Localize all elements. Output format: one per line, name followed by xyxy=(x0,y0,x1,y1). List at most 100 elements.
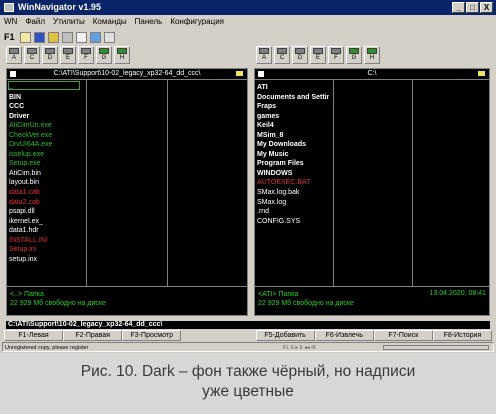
left-file-list: .. BIN CCC Driver AtiCimUn.exe CheckVer.exe Dr… xyxy=(9,83,81,264)
right-file-item[interactable]: Program Files xyxy=(257,159,329,169)
right-panel-header: C:\ xyxy=(255,69,489,80)
drive-g-button[interactable]: G xyxy=(346,46,362,64)
drive-c-button[interactable]: C xyxy=(24,46,40,64)
right-panel-column-1: ATIDocuments and SettingsFrapsgamesKeil4… xyxy=(255,80,334,286)
figure-caption: Рис. 10. Dark – фон также чёрный, но над… xyxy=(0,353,496,414)
right-drive-bar: A C D E F G H xyxy=(256,46,380,66)
f2-right-button[interactable]: F2-Правая xyxy=(63,330,123,341)
help-button[interactable]: F1 xyxy=(2,32,17,42)
f8-history-button[interactable]: F8-История xyxy=(432,330,492,341)
drive-c-button[interactable]: C xyxy=(274,46,290,64)
drive-d-button[interactable]: D xyxy=(292,46,308,64)
caption-line-2: уже цветные xyxy=(202,383,294,400)
right-file-item[interactable]: Keil4 xyxy=(257,121,329,131)
command-line[interactable]: C:\ATI\Support\10-02_legacy_xp32-64_dd_c… xyxy=(6,321,490,329)
menu-configuration[interactable]: Конфигурация xyxy=(166,15,228,28)
right-file-item[interactable]: SMax.log.bak xyxy=(257,188,329,198)
left-file-item[interactable]: DrvUI64A.exe xyxy=(9,140,81,150)
drive-f-button[interactable]: F xyxy=(78,46,94,64)
view-icon[interactable] xyxy=(75,31,87,43)
menu-wn[interactable]: WN xyxy=(0,15,21,28)
open-file-icon[interactable] xyxy=(19,31,31,43)
drive-h-button[interactable]: H xyxy=(364,46,380,64)
right-file-item[interactable]: SMax.log xyxy=(257,198,329,208)
left-file-item[interactable]: CheckVer.exe xyxy=(9,131,81,141)
save-icon[interactable] xyxy=(33,31,45,43)
drive-e-button[interactable]: E xyxy=(60,46,76,64)
window-icon[interactable] xyxy=(61,31,73,43)
right-status-free-space: 22 929 Мб свободно на диске xyxy=(258,300,354,307)
left-panel-column-1: .. BIN CCC Driver AtiCimUn.exe CheckVer.exe Dr… xyxy=(7,80,87,286)
f7-search-button[interactable]: F7-Поиск xyxy=(373,330,433,341)
left-file-item[interactable]: .. xyxy=(9,83,81,93)
menu-utilities[interactable]: Утилиты xyxy=(49,15,89,28)
registration-notice: Unregistered copy, please register xyxy=(5,345,89,351)
menu-bar: WN Файл Утилиты Команды Панель Конфигура… xyxy=(0,15,496,28)
left-file-item[interactable]: setup.inx xyxy=(9,255,81,265)
left-status-item: <..> Папка xyxy=(10,291,44,298)
left-file-item[interactable]: data2.cab xyxy=(9,198,81,208)
drive-a-button[interactable]: A xyxy=(6,46,22,64)
left-file-item[interactable]: data1.cab xyxy=(9,188,81,198)
drive-f-button[interactable]: F xyxy=(328,46,344,64)
menu-commands[interactable]: Команды xyxy=(89,15,131,28)
minimize-button[interactable]: _ xyxy=(452,2,465,13)
maximize-button[interactable]: □ xyxy=(466,2,479,13)
fkey-spacer xyxy=(181,330,255,341)
left-file-item[interactable]: layout.bin xyxy=(9,178,81,188)
left-file-item[interactable]: isselup.exe xyxy=(9,150,81,160)
close-button[interactable]: X xyxy=(480,2,493,13)
f1-left-button[interactable]: F1-Левая xyxy=(4,330,64,341)
function-keys-bar: F1-Левая F2-Правая F3-Просмотр F5-Добави… xyxy=(4,330,492,341)
left-drive-bar: A C D E F G H xyxy=(6,46,130,66)
right-file-item[interactable]: .rnd xyxy=(257,207,329,217)
left-panel-path: C:\ATI\Support\10-02_legacy_xp32-64_dd_c… xyxy=(53,70,201,77)
left-file-panel[interactable]: C:\ATI\Support\10-02_legacy_xp32-64_dd_c… xyxy=(6,68,248,316)
right-file-item[interactable]: My Downloads xyxy=(257,140,329,150)
right-file-item[interactable]: games xyxy=(257,112,329,122)
right-file-item[interactable]: My Music xyxy=(257,150,329,160)
right-file-list: ATIDocuments and SettingsFrapsgamesKeil4… xyxy=(257,83,329,226)
right-file-panel[interactable]: C:\ ATIDocuments and SettingsFrapsgamesK… xyxy=(254,68,490,316)
folder-icon[interactable] xyxy=(478,71,485,76)
print-icon[interactable] xyxy=(103,31,115,43)
left-file-item[interactable]: AtiCimUn.exe xyxy=(9,121,81,131)
left-file-item[interactable]: Setup.ini xyxy=(9,245,81,255)
drive-icon xyxy=(258,71,264,77)
drive-h-button[interactable]: H xyxy=(114,46,130,64)
right-file-item[interactable]: Fraps xyxy=(257,102,329,112)
right-file-item[interactable]: Documents and Settings xyxy=(257,93,329,103)
status-bar: Unregistered copy, please register FL II… xyxy=(2,342,494,352)
left-file-item[interactable]: CCC xyxy=(9,102,81,112)
right-file-item[interactable]: WINDOWS xyxy=(257,169,329,179)
left-file-item[interactable]: BIN xyxy=(9,93,81,103)
left-file-item[interactable]: ikernel.ex_ xyxy=(9,217,81,227)
window-title: WinNavigator v1.95 xyxy=(18,2,101,12)
toolbar: F1 xyxy=(2,30,115,44)
drive-a-button[interactable]: A xyxy=(256,46,272,64)
f6-extract-button[interactable]: F6-Извлечь xyxy=(314,330,374,341)
right-file-item[interactable]: AUTOEXEC.BAT xyxy=(257,178,329,188)
tools-icon[interactable] xyxy=(47,31,59,43)
f3-view-button[interactable]: F3-Просмотр xyxy=(122,330,182,341)
drive-g-button[interactable]: G xyxy=(96,46,112,64)
right-panel-status: <ATI> Папка 22 929 Мб свободно на диске … xyxy=(255,286,489,315)
right-file-item[interactable]: MSim_8 xyxy=(257,131,329,141)
menu-file[interactable]: Файл xyxy=(21,15,49,28)
menu-panel[interactable]: Панель xyxy=(131,15,167,28)
left-panel-status: <..> Папка 22 929 Мб свободно на диске xyxy=(7,286,247,315)
left-file-item[interactable]: Setup.exe xyxy=(9,159,81,169)
f5-add-button[interactable]: F5-Добавить xyxy=(255,330,315,341)
right-file-item[interactable]: CONFIG.SYS xyxy=(257,217,329,227)
left-file-item[interactable]: AtiCim.bin xyxy=(9,169,81,179)
left-file-item[interactable]: data1.hdr xyxy=(9,226,81,236)
left-file-item[interactable]: INSTALL.INI xyxy=(9,236,81,246)
left-panel-column-2 xyxy=(87,80,168,286)
left-file-item[interactable]: Driver xyxy=(9,112,81,122)
drive-e-button[interactable]: E xyxy=(310,46,326,64)
right-file-item[interactable]: ATI xyxy=(257,83,329,93)
left-file-item[interactable]: psapi.dll xyxy=(9,207,81,217)
copy-icon[interactable] xyxy=(89,31,101,43)
folder-icon[interactable] xyxy=(236,71,243,76)
drive-d-button[interactable]: D xyxy=(42,46,58,64)
